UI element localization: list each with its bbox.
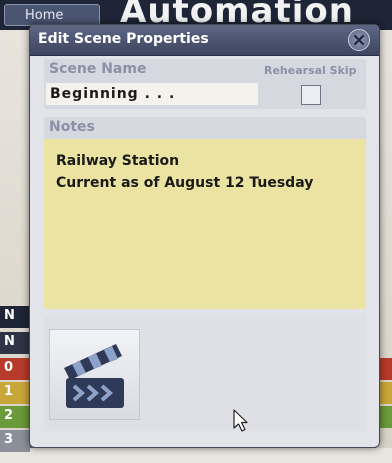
bg-row-2[interactable]: 0 — [0, 358, 30, 380]
bg-row-label: 2 — [4, 408, 14, 423]
close-icon — [354, 35, 364, 45]
bg-row-label: 0 — [4, 360, 14, 375]
scene-name-input[interactable] — [46, 83, 258, 105]
edit-scene-dialog: Edit Scene Properties Scene Name Rehears… — [29, 24, 380, 448]
home-tab[interactable]: Home — [4, 4, 100, 26]
notes-text-line[interactable]: Railway Station — [56, 153, 179, 169]
notes-header: Notes — [44, 117, 366, 139]
clapperboard-icon — [64, 344, 124, 408]
dialog-titlebar[interactable]: Edit Scene Properties — [30, 25, 379, 56]
mouse-pointer-icon — [233, 409, 248, 432]
notes-text-line[interactable]: Current as of August 12 Tuesday — [56, 175, 313, 191]
rehearsal-skip-label: Rehearsal Skip — [264, 64, 357, 77]
bg-row-0[interactable]: N — [0, 306, 30, 328]
notes-section[interactable]: Notes Railway Station Current as of Augu… — [44, 117, 366, 309]
close-button[interactable] — [348, 29, 370, 51]
bg-row-label: N — [4, 308, 15, 323]
rehearsal-skip-checkbox[interactable] — [301, 85, 321, 105]
bg-row-3[interactable]: 1 — [0, 382, 30, 404]
bg-row-label: 3 — [4, 432, 14, 447]
bg-row-4[interactable]: 2 — [0, 406, 30, 428]
bg-row-5[interactable]: 3 — [0, 430, 30, 452]
bg-row-label: 1 — [4, 384, 14, 399]
scene-name-label: Scene Name — [49, 61, 147, 77]
clapperboard-button[interactable] — [49, 329, 140, 420]
media-area — [44, 315, 366, 431]
notes-label: Notes — [49, 119, 95, 135]
app-bottom-strip — [0, 448, 392, 463]
bg-row-label: N — [4, 334, 15, 349]
scene-name-section: Scene Name Rehearsal Skip — [44, 59, 366, 109]
dialog-title: Edit Scene Properties — [38, 31, 209, 47]
bg-row-1[interactable]: N — [0, 332, 30, 354]
